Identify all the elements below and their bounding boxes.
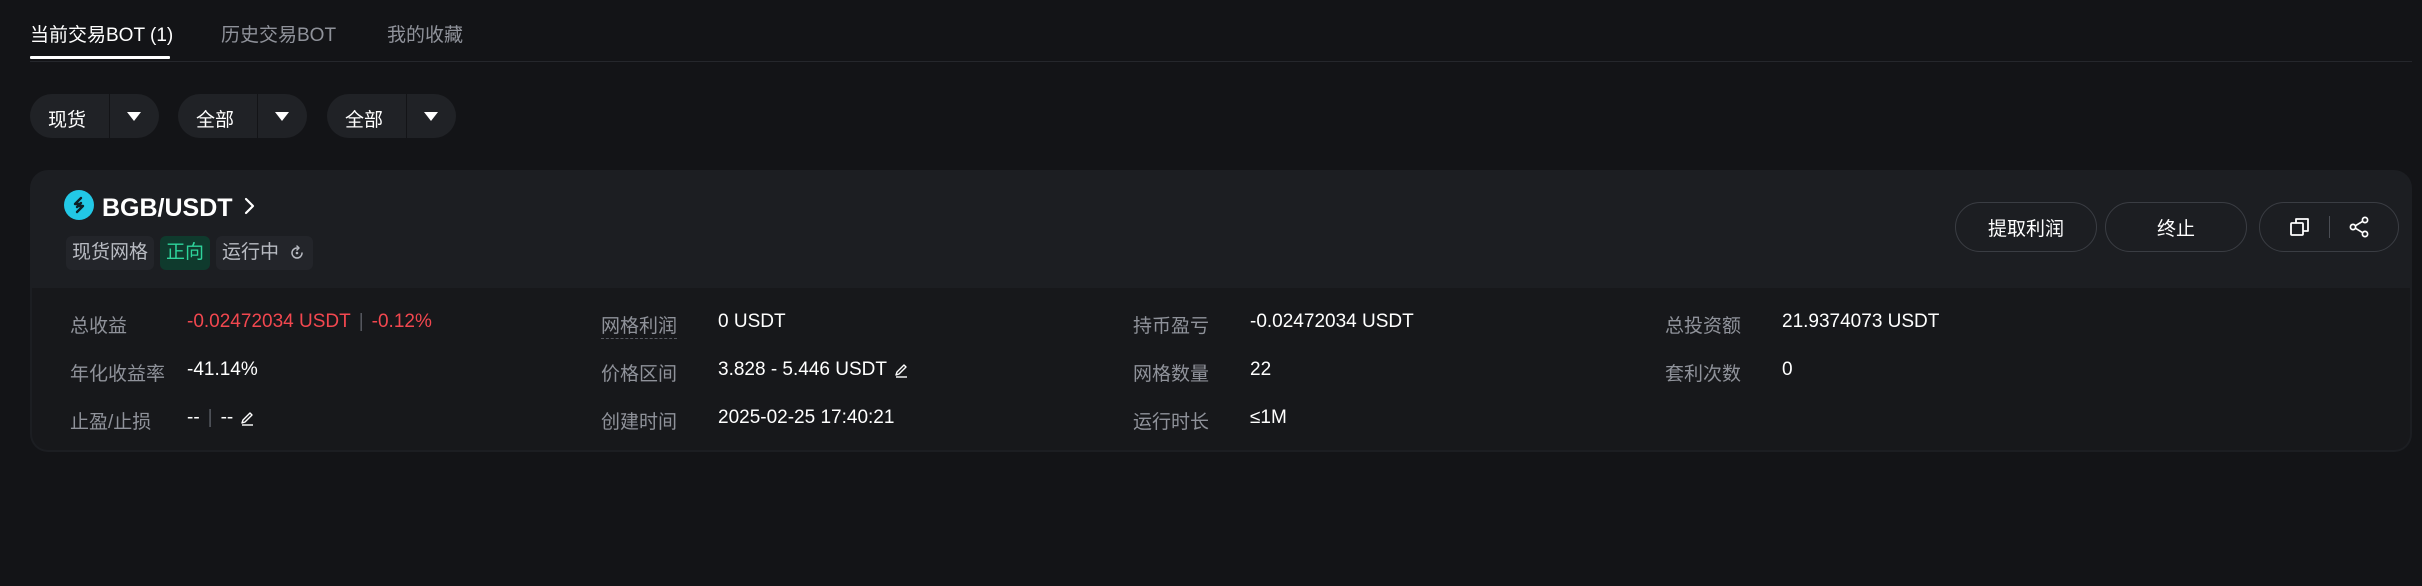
tag-spot-grid: 现货网格 — [66, 236, 155, 270]
active-tab-underline — [30, 56, 170, 59]
tag-direction: 正向 — [160, 236, 211, 270]
total-profit-percent: -0.12% — [371, 311, 432, 332]
bot-stats: 总收益 -0.02472034 USDT | -0.12% 网格利润 0 USDT … — [32, 288, 2410, 450]
filter-strategy[interactable]: 全部 — [178, 94, 307, 138]
chevron-right-icon[interactable] — [237, 194, 261, 218]
filter-status-value: 全部 — [345, 110, 384, 131]
created-time-value: 2025-02-25 17:40:21 — [718, 407, 895, 428]
edit-icon[interactable] — [893, 362, 909, 378]
chevron-down-icon — [127, 112, 141, 121]
bot-icon-actions — [2259, 202, 2399, 252]
run-duration-value: ≤1M — [1250, 407, 1287, 428]
total-invest-value: 21.9374073 USDT — [1782, 311, 1940, 332]
tab-current-bots[interactable]: 当前交易BOT (1) — [30, 20, 173, 47]
tp-sl-value: -- | -- — [187, 407, 255, 429]
bot-tabs: 当前交易BOT (1) 历史交易BOT 我的收藏 — [30, 0, 2412, 62]
holding-pnl-value: -0.02472034 USDT — [1250, 311, 1414, 332]
total-invest-label: 总投资额 — [1665, 316, 1742, 337]
price-range-value: 3.828 - 5.446 USDT — [718, 359, 909, 381]
stop-bot-button[interactable]: 终止 — [2105, 202, 2247, 252]
bot-card: BGB/USDT 现货网格 正向 运行中 提取利润 终止 总收益 -0.0247… — [30, 170, 2412, 452]
grid-count-label: 网格数量 — [1133, 364, 1210, 385]
copy-icon[interactable] — [2287, 214, 2313, 240]
tab-history-bots[interactable]: 历史交易BOT — [221, 20, 336, 47]
trading-pair[interactable]: BGB/USDT — [102, 194, 233, 223]
total-profit-value: -0.02472034 USDT | -0.12% — [187, 311, 432, 332]
refresh-icon — [291, 245, 303, 259]
filter-strategy-value: 全部 — [196, 110, 235, 131]
annual-yield-value: -41.14% — [187, 359, 258, 380]
withdraw-profit-button[interactable]: 提取利润 — [1955, 202, 2097, 252]
tp-sl-label: 止盈/止损 — [70, 412, 152, 433]
price-range-label: 价格区间 — [601, 364, 678, 385]
arbitrage-count-value: 0 — [1782, 359, 1793, 380]
holding-pnl-label: 持币盈亏 — [1133, 316, 1210, 337]
arbitrage-count-label: 套利次数 — [1665, 364, 1742, 385]
edit-icon[interactable] — [239, 410, 255, 426]
created-time-label: 创建时间 — [601, 412, 678, 433]
stop-loss-value: -- — [220, 407, 234, 428]
take-profit-value: -- — [187, 407, 200, 428]
grid-profit-value: 0 USDT — [718, 311, 786, 332]
grid-count-value: 22 — [1250, 359, 1272, 380]
price-range-text: 3.828 - 5.446 USDT — [718, 359, 887, 380]
filter-status[interactable]: 全部 — [327, 94, 456, 138]
grid-profit-label[interactable]: 网格利润 — [601, 311, 678, 339]
run-duration-label: 运行时长 — [1133, 412, 1210, 433]
total-profit-label: 总收益 — [70, 316, 128, 337]
chevron-down-icon — [424, 112, 438, 121]
share-icon[interactable] — [2346, 214, 2372, 240]
total-profit-amount: -0.02472034 USDT — [187, 311, 351, 332]
annual-yield-label: 年化收益率 — [70, 364, 166, 385]
tag-running-status: 运行中 — [216, 236, 314, 270]
filter-market-type-value: 现货 — [48, 110, 87, 131]
running-status-label: 运行中 — [222, 242, 280, 263]
filter-market-type[interactable]: 现货 — [30, 94, 159, 138]
tab-favorites[interactable]: 我的收藏 — [387, 20, 463, 47]
bgb-coin-icon — [64, 190, 94, 220]
chevron-down-icon — [275, 112, 289, 121]
